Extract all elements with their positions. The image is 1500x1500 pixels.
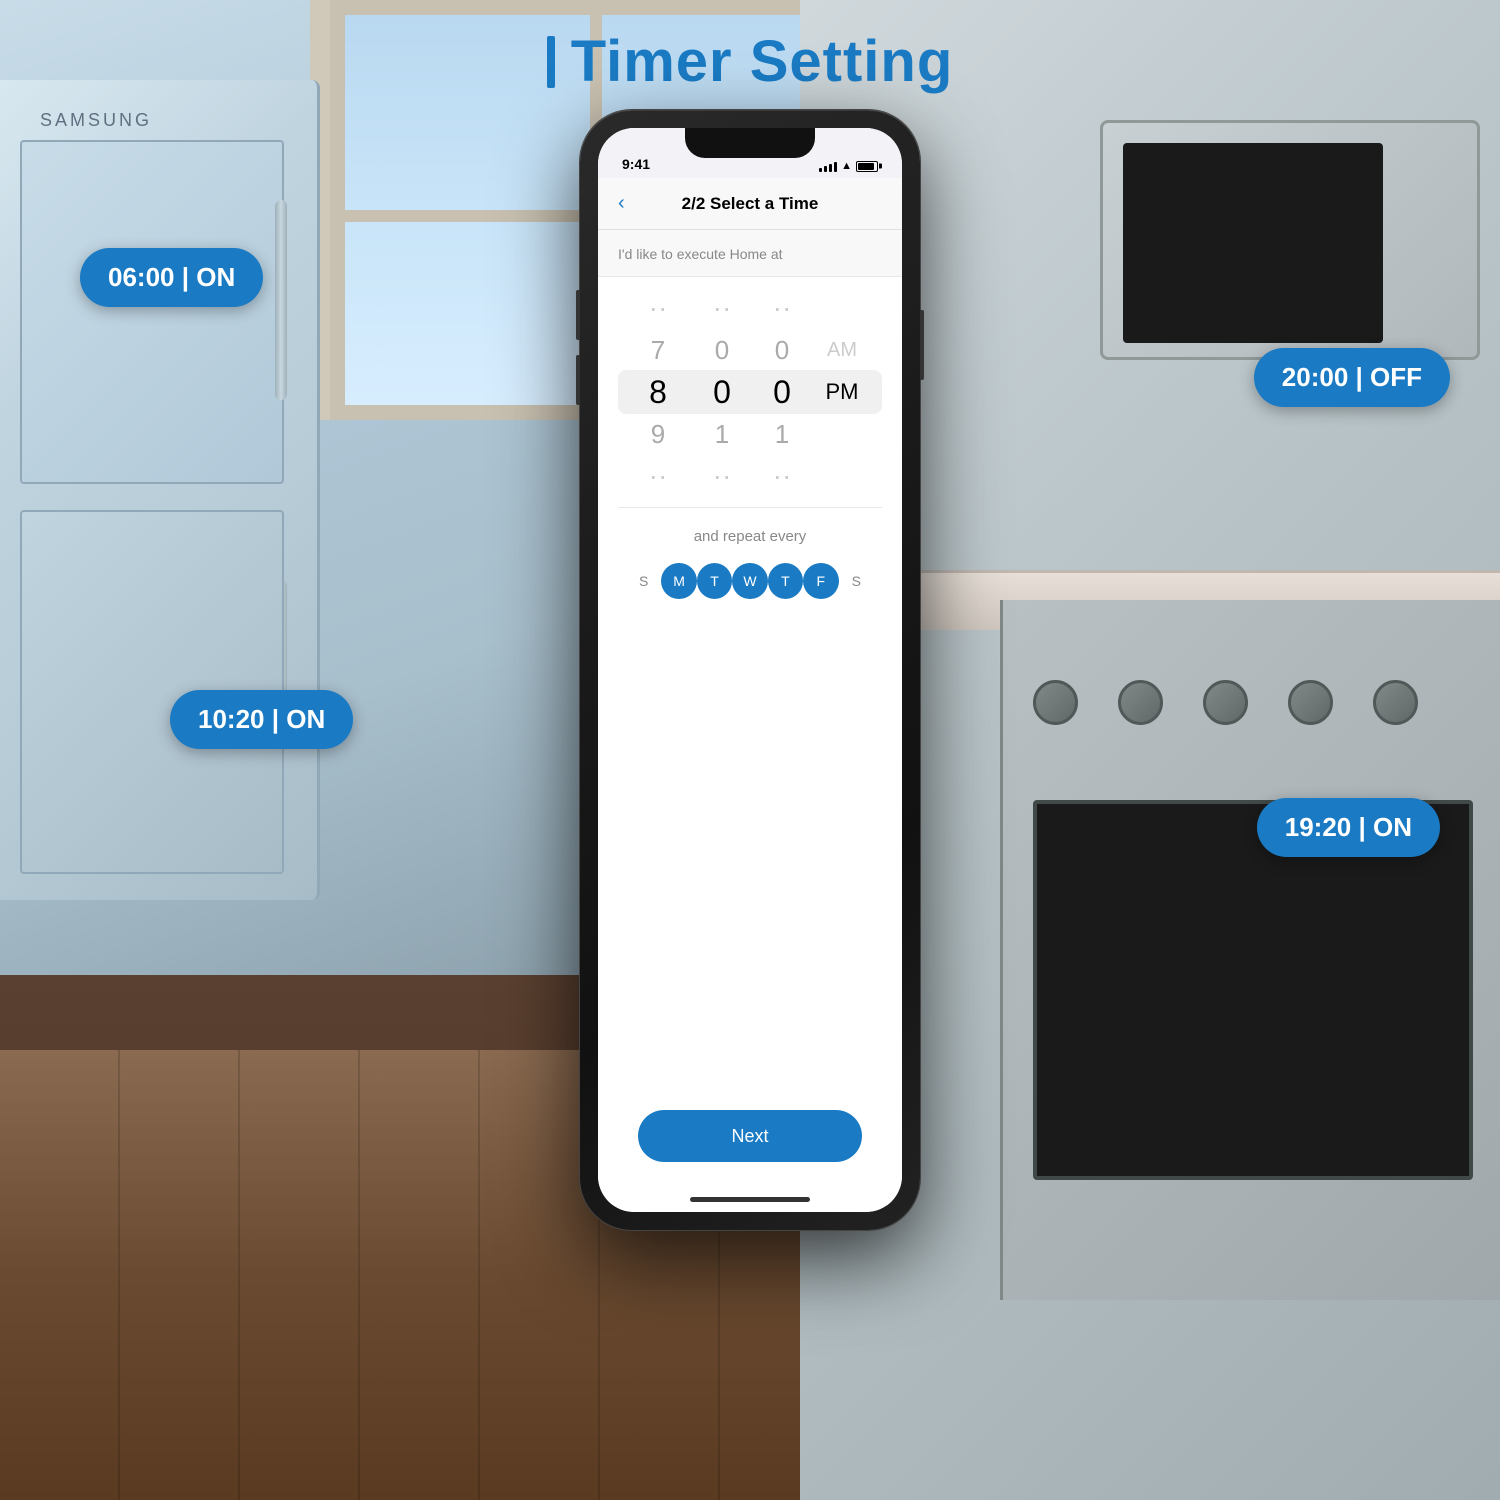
- microwave-screen: [1123, 143, 1383, 343]
- repeat-section: and repeat every S M T W T F S: [598, 508, 902, 615]
- sec-selected[interactable]: 0: [752, 371, 812, 413]
- signal-bar-2: [824, 166, 827, 172]
- hour-below: 9: [628, 413, 688, 455]
- home-indicator[interactable]: [690, 1197, 810, 1202]
- hour-selected[interactable]: 8: [628, 371, 688, 413]
- status-time: 9:41: [622, 156, 650, 172]
- app-subtitle: I'd like to execute Home at: [598, 230, 902, 277]
- phone-notch: [685, 128, 815, 158]
- fridge-handle-upper: [275, 200, 287, 400]
- next-button-label: Next: [731, 1126, 768, 1147]
- back-button[interactable]: ‹: [618, 192, 625, 215]
- day-friday[interactable]: F: [803, 563, 838, 599]
- oven: [1000, 600, 1500, 1300]
- oven-knob-2: [1118, 680, 1163, 725]
- badge-on-1920: 19:20 | ON: [1257, 798, 1440, 857]
- phone-body: 9:41 ▲ ‹: [580, 110, 920, 1230]
- min-selected[interactable]: 0: [692, 371, 752, 413]
- min-above: 0: [692, 329, 752, 371]
- page-title: Timer Setting: [571, 28, 954, 95]
- min-below: 1: [692, 413, 752, 455]
- ampm-selected[interactable]: PM: [826, 371, 859, 413]
- seconds-column[interactable]: ·· 0 0 1 ··: [752, 287, 812, 497]
- wifi-icon: ▲: [841, 160, 852, 172]
- day-sunday[interactable]: S: [626, 563, 661, 599]
- battery-fill: [858, 163, 874, 170]
- minutes-column[interactable]: ·· 0 0 1 ··: [692, 287, 752, 497]
- oven-knob-1: [1033, 680, 1078, 725]
- oven-door: [1033, 800, 1473, 1180]
- next-button-container: Next: [598, 1110, 902, 1162]
- hour-column[interactable]: ·· 7 8 9 ··: [628, 287, 688, 497]
- min-below2: ··: [692, 455, 752, 497]
- signal-bar-3: [829, 164, 832, 172]
- sec-below2: ··: [752, 455, 812, 497]
- signal-bar-1: [819, 168, 822, 172]
- badge-off-20: 20:00 | OFF: [1254, 348, 1450, 407]
- hour-below2: ··: [628, 455, 688, 497]
- time-picker[interactable]: ·· 7 8 9 ·· ·· 0: [598, 277, 902, 507]
- next-button[interactable]: Next: [638, 1110, 862, 1162]
- day-wednesday[interactable]: W: [732, 563, 767, 599]
- days-row: S M T W T F S: [618, 563, 882, 599]
- samsung-brand: SAMSUNG: [40, 110, 152, 131]
- app-content: ‹ 2/2 Select a Time I'd like to execute …: [598, 178, 902, 1212]
- microwave: [1100, 120, 1480, 360]
- volume-up-button[interactable]: [576, 290, 580, 340]
- oven-knob-5: [1373, 680, 1418, 725]
- min-above2: ··: [692, 287, 752, 329]
- badge-on-06: 06:00 | ON: [80, 248, 263, 307]
- hour-above2: ··: [628, 287, 688, 329]
- sec-above: 0: [752, 329, 812, 371]
- ampm-column[interactable]: AM PM: [812, 329, 872, 455]
- signal-bars: [819, 160, 837, 172]
- subtitle-text: I'd like to execute Home at: [618, 246, 783, 262]
- nav-bar: ‹ 2/2 Select a Time: [598, 178, 902, 230]
- title-bar-decoration: [547, 36, 555, 88]
- day-monday[interactable]: M: [661, 563, 696, 599]
- sec-above2: ··: [752, 287, 812, 329]
- phone-screen: 9:41 ▲ ‹: [598, 128, 902, 1212]
- sec-below: 1: [752, 413, 812, 455]
- oven-knobs: [1033, 680, 1418, 725]
- repeat-label: and repeat every: [618, 528, 882, 545]
- hour-above: 7: [628, 329, 688, 371]
- refrigerator-left: SAMSUNG: [0, 80, 320, 900]
- day-tuesday[interactable]: T: [697, 563, 732, 599]
- oven-knob-4: [1288, 680, 1333, 725]
- badge-on-1020: 10:20 | ON: [170, 690, 353, 749]
- phone-mockup: 9:41 ▲ ‹: [580, 110, 920, 1230]
- battery-icon: [856, 161, 878, 172]
- ampm-above: AM: [827, 329, 857, 371]
- time-columns: ·· 7 8 9 ·· ·· 0: [598, 287, 902, 497]
- signal-bar-4: [834, 162, 837, 172]
- day-thursday[interactable]: T: [768, 563, 803, 599]
- status-icons: ▲: [819, 160, 878, 172]
- day-saturday[interactable]: S: [839, 563, 874, 599]
- page-title-area: Timer Setting: [0, 28, 1500, 95]
- power-button[interactable]: [920, 310, 924, 380]
- oven-knob-3: [1203, 680, 1248, 725]
- nav-title: 2/2 Select a Time: [682, 194, 819, 214]
- volume-down-button[interactable]: [576, 355, 580, 405]
